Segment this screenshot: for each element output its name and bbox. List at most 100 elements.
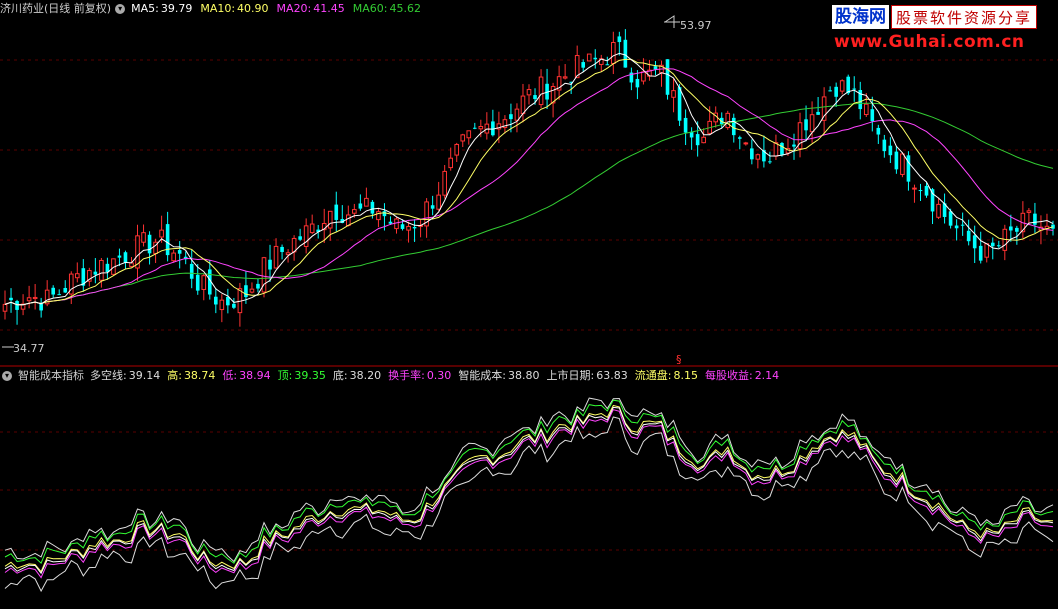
candle-body <box>804 119 808 131</box>
indicator-legend-item: 高: <box>167 369 182 382</box>
candlesticks <box>2 29 1055 327</box>
ma-legend-item: MA20: <box>276 2 312 15</box>
candle-body <box>388 221 393 224</box>
candle-body <box>460 134 466 142</box>
candle-body <box>906 155 911 182</box>
indicator-legend-value: 39.14 <box>128 369 161 382</box>
stock-title[interactable]: 济川药业(日线 前复权) <box>0 1 111 17</box>
indicator-legend-item: 低: <box>222 369 238 382</box>
candle-body <box>26 297 32 302</box>
candle-body <box>334 204 339 220</box>
candle-body <box>936 203 941 218</box>
candle-body <box>201 275 207 290</box>
candle-body <box>671 90 676 98</box>
candle-body <box>268 259 272 270</box>
indicator-legend-value: 8.15 <box>673 369 698 382</box>
indicator-legend-item: 上市日期: <box>546 369 595 382</box>
candle-body <box>876 127 881 135</box>
candle-body <box>141 232 146 243</box>
candle-body <box>755 154 761 160</box>
candle-body <box>478 125 484 130</box>
indicator-legend-item: 多空线: <box>90 369 127 382</box>
candle-body <box>472 127 477 129</box>
candle-body <box>954 225 959 229</box>
indicator-legend-value: 38.94 <box>239 369 271 382</box>
candle-body <box>327 210 333 229</box>
candle-body <box>816 111 820 115</box>
indicator-name[interactable]: 智能成本指标 <box>18 368 84 384</box>
candle-body <box>586 53 592 62</box>
indicator-legend-value: 2.14 <box>754 369 780 382</box>
candle-body <box>1026 210 1032 213</box>
indicator-circle-icon[interactable]: ▾ <box>2 371 12 381</box>
candle-body <box>870 109 875 122</box>
candle-body <box>226 296 230 306</box>
indicator-legend-item: 流通盘: <box>634 369 672 382</box>
candle-body <box>972 235 977 249</box>
ma-legend-value: 45.62 <box>389 2 421 15</box>
candle-body <box>147 234 152 254</box>
candle-body <box>635 78 640 88</box>
candle-body <box>219 299 225 311</box>
candle-body <box>352 209 357 214</box>
candle-body <box>520 95 526 115</box>
candle-body <box>611 42 616 64</box>
stock-chart[interactable]: § 53.97 34.77 <box>0 0 1058 609</box>
candle-body <box>562 76 568 79</box>
candle-body <box>1033 213 1037 225</box>
ma-legend-item: MA5: <box>131 2 159 15</box>
ma-legend-item: MA10: <box>200 2 236 15</box>
high-price-label: 53.97 <box>680 19 712 32</box>
indicator-values: 多空线: 39.14 高: 38.74 低: 38.94 顶: 39.35 底: 38.… <box>90 368 786 384</box>
candle-body <box>346 214 351 227</box>
candle-body <box>406 225 411 231</box>
candle-body <box>214 296 218 305</box>
candle-body <box>99 259 104 281</box>
candle-body <box>581 62 586 68</box>
candle-body <box>978 245 983 261</box>
candle-body <box>129 262 134 268</box>
candle-body <box>894 151 899 170</box>
candle-body <box>882 139 887 152</box>
divider-marker: § <box>676 353 682 366</box>
candle-body <box>683 117 688 133</box>
candle-body <box>996 245 1001 247</box>
sub-legend: ▾ 智能成本指标 多空线: 39.14 高: 38.74 低: 38.94 顶: 39… <box>0 368 792 384</box>
ma-legend: MA5: 39.79 MA10: 40.90 MA20: 41.45 MA60: 45… <box>131 1 429 17</box>
candle-body <box>514 108 520 121</box>
candle-body <box>244 285 248 298</box>
candle-body <box>839 80 845 92</box>
ma-legend-value: 39.79 <box>160 2 193 15</box>
ma-legend-value: 40.90 <box>237 2 269 15</box>
candle-body <box>617 36 622 43</box>
candle-body <box>1009 226 1013 231</box>
indicator-legend-value: 63.83 <box>596 369 628 382</box>
candle-body <box>773 142 779 157</box>
candle-body <box>960 224 965 226</box>
low-price-label: 34.77 <box>13 342 45 355</box>
candle-body <box>780 142 784 155</box>
candle-body <box>32 296 38 300</box>
candle-body <box>809 114 815 133</box>
indicator-legend-value: 0.30 <box>426 369 452 382</box>
candle-body <box>743 142 749 145</box>
candle-body <box>509 114 513 120</box>
ma60-line <box>4 102 1054 306</box>
candle-body <box>74 273 80 279</box>
watermark-brand: 股海网 <box>832 5 889 29</box>
candle-body <box>2 303 8 312</box>
indicator-bottom-line <box>4 416 1054 593</box>
candle-body <box>1015 227 1019 232</box>
candle-body <box>948 211 953 226</box>
candle-body <box>177 250 182 254</box>
candle-body <box>924 185 929 196</box>
candle-body <box>159 229 164 238</box>
candle-body <box>436 194 441 210</box>
candle-body <box>888 145 893 156</box>
indicator-lines <box>4 397 1054 593</box>
main-legend: 济川药业(日线 前复权) ▾ MA5: 39.79 MA10: 40.90 MA20… <box>0 1 435 17</box>
candle-body <box>249 288 255 293</box>
indicator-legend-value: 38.74 <box>183 369 216 382</box>
settings-circle-icon[interactable]: ▾ <box>115 4 126 14</box>
candle-body <box>900 153 905 175</box>
